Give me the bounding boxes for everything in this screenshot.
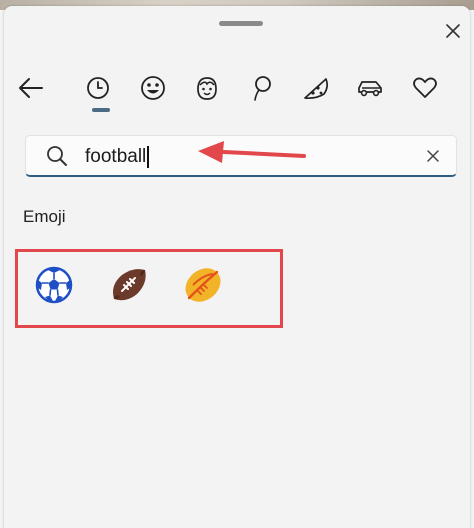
tab-kaomoji[interactable] (187, 68, 227, 108)
annotation-arrow (198, 141, 306, 163)
close-icon (446, 24, 460, 38)
car-travel-icon (358, 81, 382, 97)
back-arrow-icon (19, 78, 43, 98)
american-football-emoji[interactable] (108, 264, 150, 306)
soccer-ball-emoji[interactable] (33, 264, 75, 306)
recent-clock-icon (87, 77, 109, 99)
search-input[interactable]: football (85, 146, 150, 168)
rugby-ball-icon (185, 268, 221, 302)
rugby-football-emoji[interactable] (182, 264, 224, 306)
soccer-ball-icon (35, 266, 73, 304)
american-football-icon (113, 269, 146, 301)
gif-balloon-icon (254, 76, 271, 101)
emoji-panel: football Emoji (4, 6, 470, 528)
tab-symbols[interactable] (405, 68, 445, 108)
clear-search-button[interactable] (422, 145, 444, 167)
tab-travel[interactable] (350, 68, 390, 108)
drag-handle[interactable] (219, 21, 263, 26)
tab-food[interactable] (296, 68, 336, 108)
pizza-food-icon (304, 78, 328, 100)
search-icon (47, 146, 67, 166)
tab-emoji[interactable] (133, 68, 173, 108)
back-button[interactable] (11, 68, 51, 108)
heart-symbols-icon (413, 77, 437, 98)
search-input-value: football (85, 146, 147, 167)
selected-tab-indicator (92, 108, 110, 112)
tab-gif[interactable] (241, 68, 281, 108)
text-caret (147, 146, 150, 168)
section-label-emoji: Emoji (23, 207, 66, 226)
close-button[interactable] (438, 16, 468, 46)
smiley-emoji-icon (141, 76, 165, 100)
kaomoji-face-icon (197, 77, 217, 100)
tab-recent[interactable] (78, 68, 118, 108)
clear-icon (427, 150, 439, 162)
